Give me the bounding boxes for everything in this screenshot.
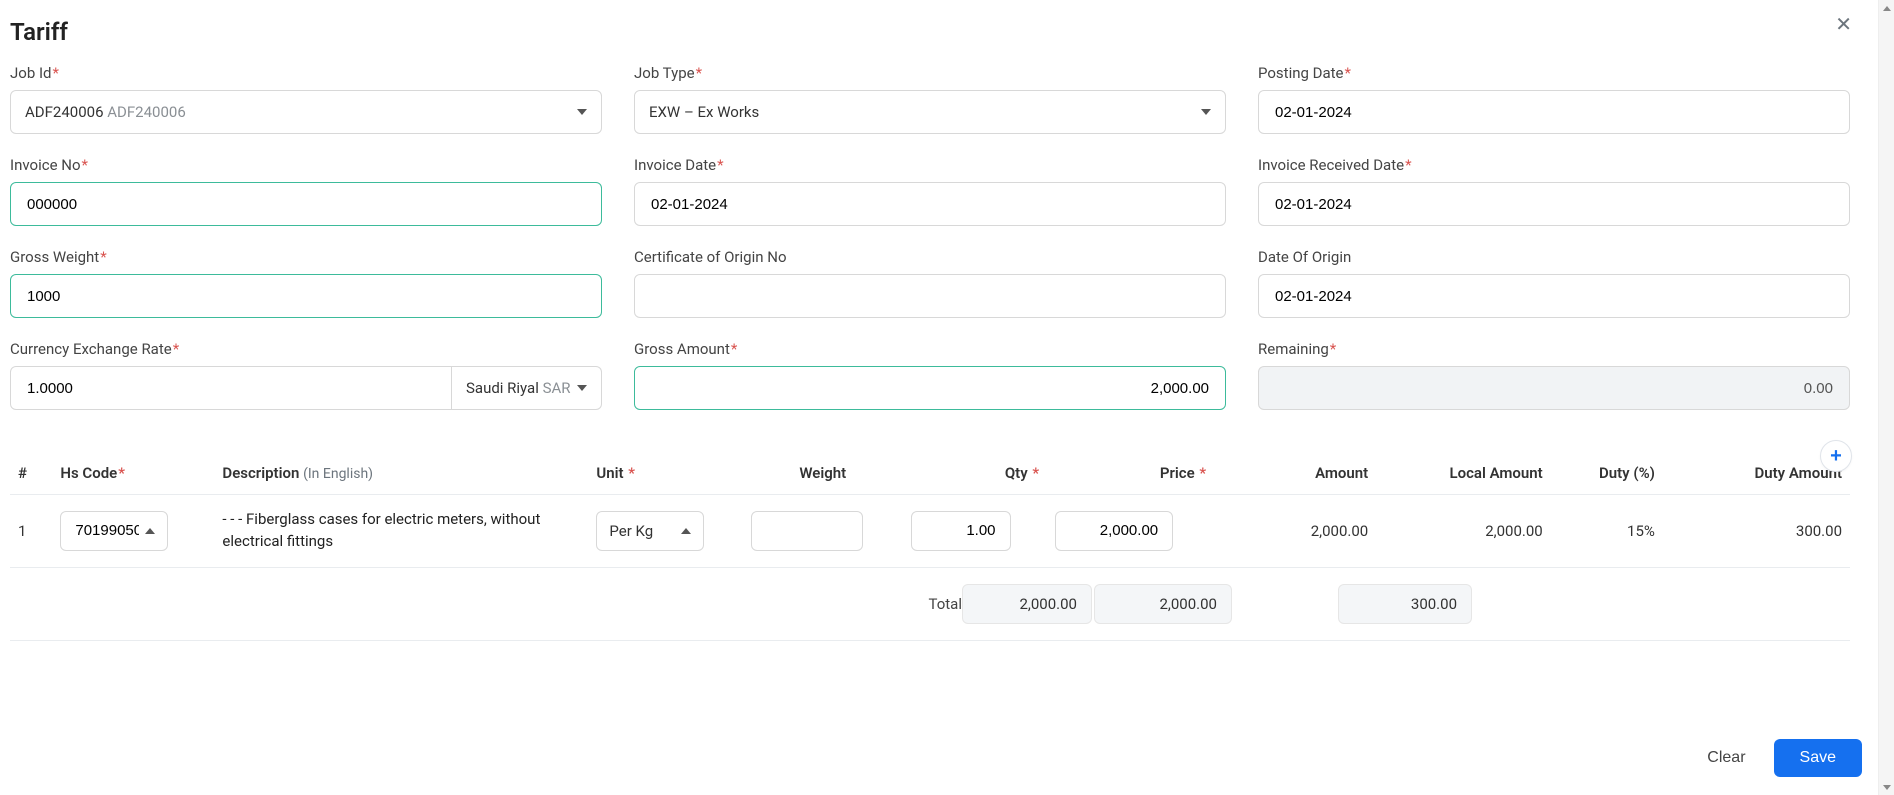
cert-origin-no-field[interactable] <box>649 287 1211 306</box>
th-hs-code: Hs Code* <box>52 456 214 495</box>
plus-icon: + <box>1830 445 1842 468</box>
unit-value: Per Kg <box>609 522 653 540</box>
hs-code-select[interactable] <box>60 511 168 551</box>
cell-duty-amount: 300.00 <box>1663 495 1850 568</box>
th-price: Price * <box>1047 456 1214 495</box>
total-amount: 2,000.00 <box>962 584 1092 624</box>
cell-duty-pct: 15% <box>1551 495 1663 568</box>
scroll-up-button[interactable] <box>1881 1 1892 15</box>
total-label: Total <box>832 595 962 613</box>
gross-amount-input[interactable] <box>634 366 1226 410</box>
gross-weight-label: Gross Weight* <box>10 248 602 266</box>
cell-index: 1 <box>10 495 52 568</box>
qty-input[interactable] <box>911 511 1011 551</box>
weight-field[interactable] <box>764 521 850 540</box>
th-qty: Qty * <box>903 456 1048 495</box>
posting-date-input[interactable] <box>1258 90 1850 134</box>
qty-field[interactable] <box>924 521 998 540</box>
currency-code: SAR <box>543 379 571 397</box>
posting-date-field[interactable] <box>1273 103 1835 122</box>
close-icon: ✕ <box>1835 14 1852 36</box>
price-field[interactable] <box>1068 521 1160 540</box>
th-index: # <box>10 456 52 495</box>
clear-button[interactable]: Clear <box>1701 748 1751 768</box>
weight-input[interactable] <box>751 511 863 551</box>
gross-amount-label: Gross Amount* <box>634 340 1226 358</box>
gross-weight-input[interactable] <box>10 274 602 318</box>
chevron-up-icon <box>681 528 691 534</box>
cell-local-amount: 2,000.00 <box>1376 495 1551 568</box>
invoice-received-date-label: Invoice Received Date* <box>1258 156 1850 174</box>
invoice-date-input[interactable] <box>634 182 1226 226</box>
total-local-amount: 2,000.00 <box>1094 584 1232 624</box>
save-button[interactable]: Save <box>1774 739 1862 777</box>
invoice-no-label: Invoice No* <box>10 156 602 174</box>
job-type-value: EXW – Ex Works <box>649 103 759 121</box>
invoice-no-input[interactable] <box>10 182 602 226</box>
job-id-value: ADF240006 <box>25 103 104 121</box>
date-of-origin-field[interactable] <box>1273 287 1835 306</box>
invoice-received-date-input[interactable] <box>1258 182 1850 226</box>
gross-amount-field[interactable] <box>649 379 1211 398</box>
price-input[interactable] <box>1055 511 1173 551</box>
job-id-subvalue: ADF240006 <box>107 103 186 121</box>
add-row-button[interactable]: + <box>1820 440 1852 472</box>
posting-date-label: Posting Date* <box>1258 64 1850 82</box>
hs-code-field[interactable] <box>73 521 141 540</box>
th-description: Description (In English) <box>214 456 588 495</box>
remaining-label: Remaining* <box>1258 340 1850 358</box>
job-id-label: Job Id* <box>10 64 602 82</box>
currency-rate-label: Currency Exchange Rate* <box>10 340 602 358</box>
chevron-down-icon <box>1883 785 1891 790</box>
chevron-down-icon <box>577 109 587 115</box>
scroll-down-button[interactable] <box>1881 780 1892 794</box>
cell-amount: 2,000.00 <box>1214 495 1376 568</box>
chevron-up-icon <box>1883 6 1891 11</box>
th-local-amount: Local Amount <box>1376 456 1551 495</box>
tariff-table: # Hs Code* Description (In English) Unit… <box>10 456 1850 568</box>
date-of-origin-label: Date Of Origin <box>1258 248 1850 266</box>
th-duty-pct: Duty (%) <box>1551 456 1663 495</box>
currency-rate-input[interactable] <box>10 366 452 410</box>
close-button[interactable]: ✕ <box>1829 11 1858 38</box>
th-unit: Unit * <box>588 456 743 495</box>
total-duty-amount: 300.00 <box>1338 584 1472 624</box>
currency-name: Saudi Riyal <box>466 379 539 397</box>
chevron-down-icon <box>577 385 587 391</box>
invoice-date-field[interactable] <box>649 195 1211 214</box>
remaining-display <box>1258 366 1850 410</box>
invoice-date-label: Invoice Date* <box>634 156 1226 174</box>
cert-origin-no-label: Certificate of Origin No <box>634 248 1226 266</box>
cell-description: - - - Fiberglass cases for electric mete… <box>222 509 580 553</box>
currency-rate-field[interactable] <box>25 379 437 398</box>
cert-origin-no-input[interactable] <box>634 274 1226 318</box>
table-row: 1 - - - Fiberglass cases for electric me… <box>10 495 1850 568</box>
remaining-field <box>1273 379 1835 398</box>
invoice-no-field[interactable] <box>25 195 587 214</box>
date-of-origin-input[interactable] <box>1258 274 1850 318</box>
gross-weight-field[interactable] <box>25 287 587 306</box>
page-title: Tariff <box>10 18 68 46</box>
job-type-label: Job Type* <box>634 64 1226 82</box>
job-type-select[interactable]: EXW – Ex Works <box>634 90 1226 134</box>
vertical-scrollbar[interactable] <box>1878 0 1894 795</box>
unit-select[interactable]: Per Kg <box>596 511 704 551</box>
th-amount: Amount <box>1214 456 1376 495</box>
chevron-up-icon <box>145 528 155 534</box>
chevron-down-icon <box>1201 109 1211 115</box>
invoice-received-date-field[interactable] <box>1273 195 1835 214</box>
job-id-select[interactable]: ADF240006 ADF240006 <box>10 90 602 134</box>
th-weight: Weight <box>743 456 903 495</box>
currency-select[interactable]: Saudi Riyal SAR <box>452 366 602 410</box>
